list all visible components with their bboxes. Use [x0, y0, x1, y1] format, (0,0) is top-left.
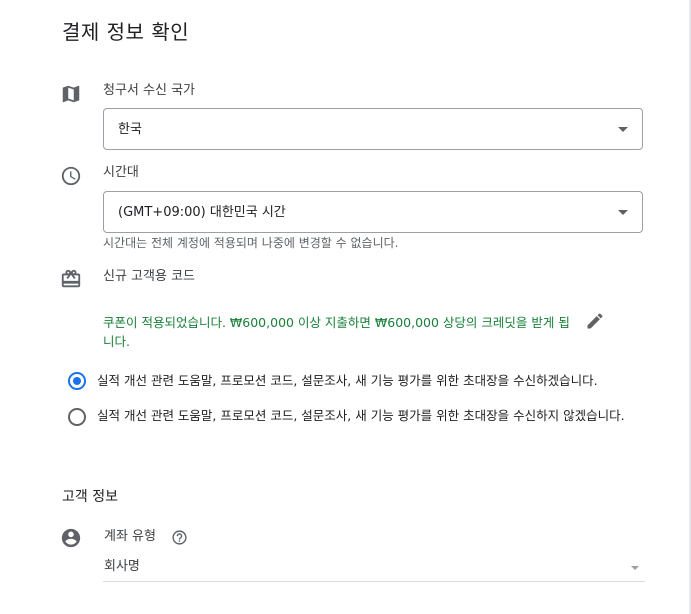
clock-icon	[60, 165, 82, 187]
help-circle-icon[interactable]	[171, 529, 188, 546]
account-type-select[interactable]: 회사명	[103, 556, 645, 582]
billing-country-label: 청구서 수신 국가	[103, 83, 195, 98]
account-type-label: 계좌 유형	[104, 529, 156, 544]
radio-opt-in[interactable]	[68, 372, 86, 390]
billing-country-value: 한국	[118, 122, 142, 137]
gift-card-icon	[60, 268, 82, 290]
coupon-applied-message: 쿠폰이 적용되었습니다. ₩600,000 이상 지출하면 ₩600,000 상…	[103, 315, 570, 349]
chevron-down-icon	[618, 210, 628, 215]
timezone-label: 시간대	[103, 165, 139, 180]
chevron-down-icon	[618, 127, 628, 132]
billing-country-select[interactable]: 한국	[103, 108, 643, 150]
pencil-icon[interactable]	[585, 311, 605, 331]
radio-opt-out[interactable]	[68, 408, 86, 426]
radio-opt-in-label[interactable]: 실적 개선 관련 도움말, 프로모션 코드, 설문조사, 새 기능 평가를 위한…	[97, 371, 649, 390]
page-title: 결제 정보 확인	[62, 20, 190, 44]
timezone-value: (GMT+09:00) 대한민국 시간	[118, 205, 286, 220]
account-type-value: 회사명	[104, 559, 140, 574]
account-circle-icon	[60, 527, 82, 549]
chevron-down-icon	[631, 566, 639, 570]
customer-info-title: 고객 정보	[62, 489, 118, 505]
map-icon	[60, 83, 82, 105]
radio-opt-out-label[interactable]: 실적 개선 관련 도움말, 프로모션 코드, 설문조사, 새 기능 평가를 위한…	[97, 406, 649, 425]
coupon-label: 신규 고객용 코드	[103, 269, 195, 284]
timezone-helper-text: 시간대는 전체 계정에 적용되며 나중에 변경할 수 없습니다.	[103, 236, 399, 250]
timezone-select[interactable]: (GMT+09:00) 대한민국 시간	[103, 191, 643, 233]
